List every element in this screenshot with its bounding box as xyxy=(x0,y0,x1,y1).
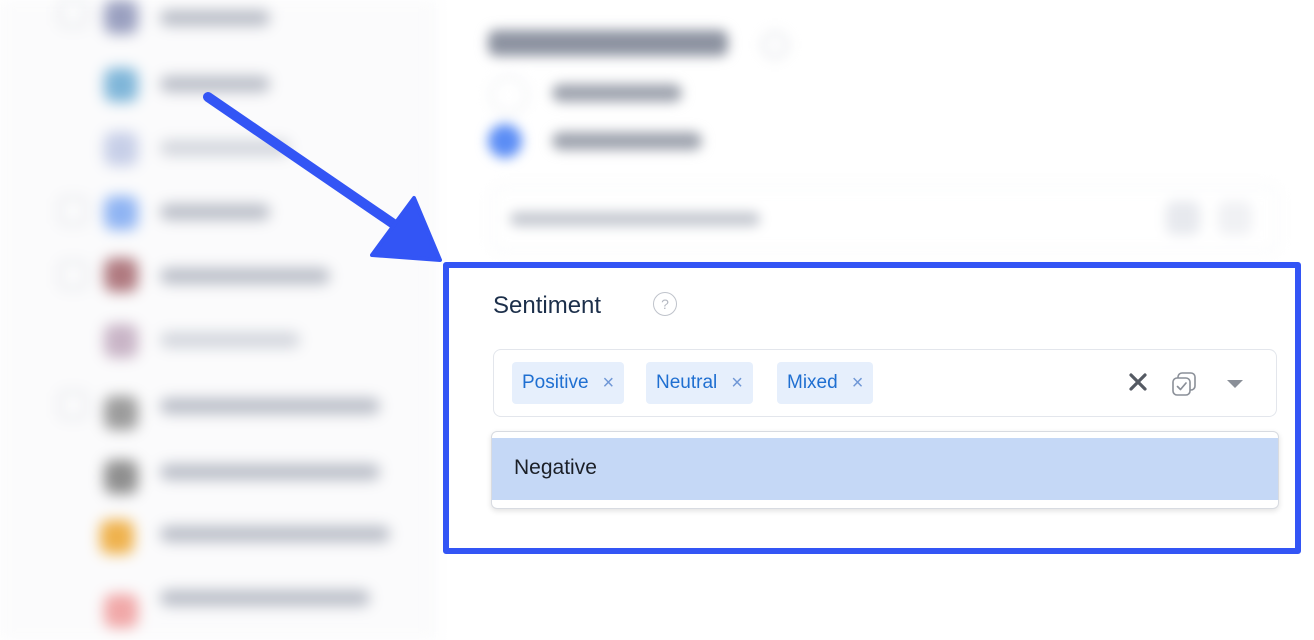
blurred-help-icon xyxy=(762,32,788,58)
clear-all-icon[interactable] xyxy=(1126,370,1150,394)
chip-mixed: Mixed × xyxy=(777,362,874,404)
remove-positive-icon[interactable]: × xyxy=(603,372,615,395)
chip-label: Neutral xyxy=(656,372,718,393)
blurred-radio xyxy=(488,124,522,158)
select-all-icon[interactable] xyxy=(1170,370,1198,398)
sidebar-row xyxy=(0,0,434,36)
blurred-heading xyxy=(488,30,728,56)
blurred-input-text xyxy=(510,212,760,226)
option-label: Negative xyxy=(514,456,597,479)
chip-positive: Positive × xyxy=(512,362,625,404)
blurred-option-text xyxy=(552,132,702,150)
sidebar-row xyxy=(0,192,434,230)
option-negative[interactable]: Negative xyxy=(492,438,1278,500)
remove-neutral-icon[interactable]: × xyxy=(731,372,743,395)
chip-label: Positive xyxy=(522,372,589,393)
remove-mixed-icon[interactable]: × xyxy=(852,372,864,395)
sentiment-multiselect[interactable]: Positive × Neutral × Mixed × xyxy=(493,349,1277,417)
sidebar-row xyxy=(0,580,434,628)
sidebar-row xyxy=(0,320,434,358)
blurred-radio xyxy=(490,76,528,114)
chip-label: Mixed xyxy=(787,372,838,393)
blurred-input-button xyxy=(1166,201,1200,235)
main-content-blurred xyxy=(440,0,1314,260)
chip-neutral: Neutral × xyxy=(646,362,753,404)
chevron-down-icon[interactable] xyxy=(1226,378,1244,390)
help-icon[interactable]: ? xyxy=(653,292,677,316)
blurred-input-button xyxy=(1218,201,1252,235)
sentiment-dropdown-menu: Negative xyxy=(491,431,1279,509)
highlight-box: Sentiment ? Positive × Neutral × Mixed ×… xyxy=(443,262,1301,554)
sidebar-row xyxy=(0,514,434,554)
sidebar-row xyxy=(0,452,434,494)
blurred-option-text xyxy=(552,84,682,102)
sidebar-row xyxy=(0,386,434,430)
sidebar-blurred xyxy=(0,0,435,640)
sidebar-row xyxy=(0,64,434,102)
sidebar-row xyxy=(0,256,434,292)
sentiment-label: Sentiment xyxy=(493,292,602,319)
sidebar-row xyxy=(0,128,434,166)
